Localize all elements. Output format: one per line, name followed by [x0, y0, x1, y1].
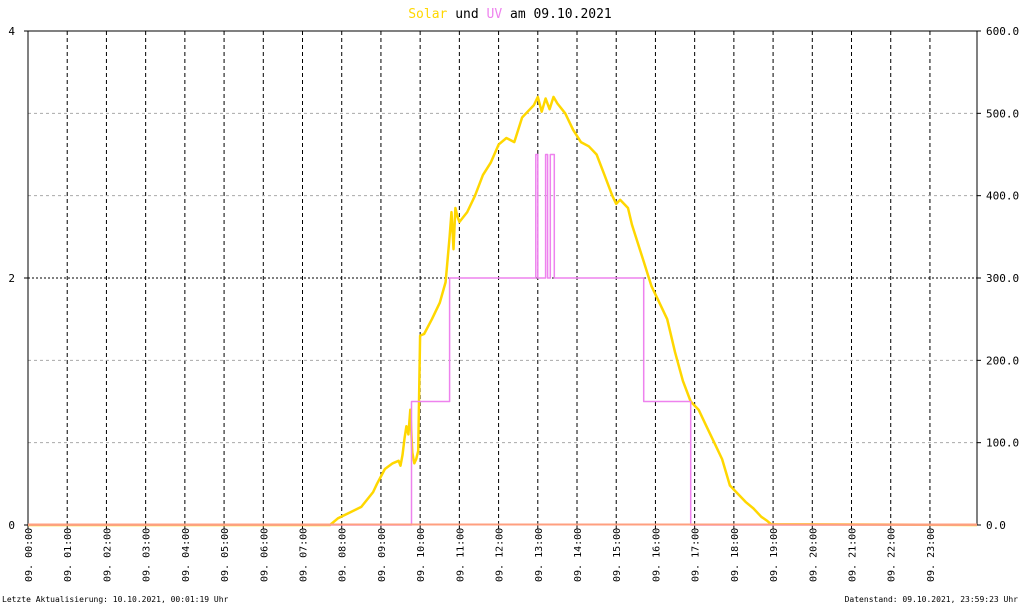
x-tick-label-19: 09. 19:00	[769, 528, 780, 582]
right-tick-label-1: 100.0	[986, 437, 1019, 450]
axes: 0 2 4 0.0 100.0 200.0 300.0 400.0 500.0 600.0 09. …	[8, 25, 1019, 582]
x-tick-label-18: 09. 18:00	[730, 528, 741, 582]
right-tick-label-3: 300.0	[986, 272, 1019, 285]
left-tick-label-1: 2	[8, 272, 15, 285]
left-tick-label-2: 4	[8, 25, 15, 38]
right-tick-label-4: 400.0	[986, 190, 1019, 203]
footer-data-status: Datenstand: 09.10.2021, 23:59:23 Uhr	[845, 595, 1019, 604]
x-tick-label-17: 09. 17:00	[691, 528, 702, 582]
x-tick-label-22: 09. 22:00	[887, 528, 898, 582]
right-tick-label-2: 200.0	[986, 354, 1019, 367]
x-tick-label-21: 09. 21:00	[848, 528, 859, 582]
title-date: am 09.10.2021	[502, 7, 612, 22]
right-tick-label-5: 500.0	[986, 107, 1019, 120]
x-tick-label-1: 09. 01:00	[63, 528, 74, 582]
solar-uv-chart: Solar und UV am 09.10.2021 0 2 4 0.0 100.0 20…	[2, 7, 1019, 604]
x-tick-label-8: 09. 08:00	[338, 528, 349, 582]
x-tick-label-14: 09. 14:00	[573, 528, 584, 582]
x-tick-label-7: 09. 07:00	[299, 528, 310, 582]
x-tick-label-13: 09. 13:00	[534, 528, 545, 582]
x-tick-label-3: 09. 03:00	[142, 528, 153, 582]
x-tick-label-11: 09. 11:00	[455, 528, 466, 582]
x-tick-label-2: 09. 02:00	[102, 528, 113, 582]
title-solar: Solar	[408, 7, 447, 22]
x-tick-label-10: 09. 10:00	[416, 528, 427, 582]
left-tick-label-0: 0	[8, 519, 15, 532]
x-tick-label-12: 09. 12:00	[495, 528, 506, 582]
series	[28, 95, 978, 527]
right-tick-label-6: 600.0	[986, 25, 1019, 38]
title-uv: UV	[487, 7, 503, 22]
x-tick-label-4: 09. 04:00	[181, 528, 192, 582]
series-line-solar	[28, 95, 978, 527]
x-tick-label-15: 09. 15:00	[612, 528, 623, 582]
series-line-uv	[28, 153, 977, 526]
chart-title: Solar und UV am 09.10.2021	[408, 7, 612, 22]
right-tick-label-0: 0.0	[986, 519, 1006, 532]
x-tick-label-5: 09. 05:00	[220, 528, 231, 582]
x-tick-label-9: 09. 09:00	[377, 528, 388, 582]
x-tick-label-6: 09. 06:00	[259, 528, 270, 582]
x-tick-label-23: 09. 23:00	[926, 528, 937, 582]
title-und: und	[447, 7, 486, 22]
footer-last-update: Letzte Aktualisierung: 10.10.2021, 00:01…	[2, 595, 229, 604]
x-tick-label-20: 09. 20:00	[808, 528, 819, 582]
x-tick-label-0: 09. 00:00	[24, 528, 35, 582]
x-tick-label-16: 09. 16:00	[651, 528, 662, 582]
